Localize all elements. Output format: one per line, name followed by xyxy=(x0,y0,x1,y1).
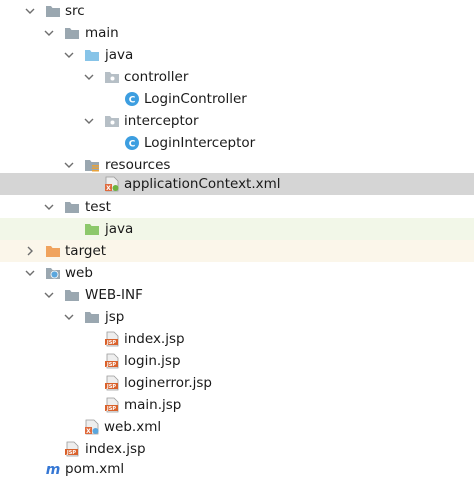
tree-item-index-jsp[interactable]: JSP index.jsp xyxy=(0,328,474,350)
tree-item-label: web.xml xyxy=(104,419,162,435)
folder-icon xyxy=(64,287,80,303)
tree-item-src[interactable]: src xyxy=(0,0,474,22)
resources-folder-icon xyxy=(84,157,100,173)
tree-item-label: login.jsp xyxy=(124,353,181,369)
svg-text:X: X xyxy=(86,428,91,435)
tree-item-label: main xyxy=(85,25,119,41)
jsp-file-icon: JSP xyxy=(104,331,120,347)
jsp-file-icon: JSP xyxy=(104,375,120,391)
tree-item-main[interactable]: main xyxy=(0,22,474,44)
tree-item-label: index.jsp xyxy=(124,331,185,347)
chevron-down-icon[interactable] xyxy=(44,284,58,306)
svg-text:C: C xyxy=(129,140,136,150)
chevron-right-icon[interactable] xyxy=(25,240,39,262)
tree-item-pom-xml[interactable]: m pom.xml xyxy=(0,458,474,480)
tree-item-label: interceptor xyxy=(124,113,199,129)
tree-item-label: web xyxy=(65,265,93,281)
tree-item-web-xml[interactable]: X web.xml xyxy=(0,416,474,438)
java-class-icon: C xyxy=(124,91,140,107)
tree-item-target[interactable]: target xyxy=(0,240,474,262)
svg-text:JSP: JSP xyxy=(106,384,116,390)
svg-text:JSP: JSP xyxy=(106,362,116,368)
svg-text:m: m xyxy=(46,462,61,477)
excluded-folder-icon xyxy=(45,243,61,259)
jsp-file-icon: JSP xyxy=(64,441,80,457)
tree-item-label: java xyxy=(105,47,134,63)
tree-item-label: src xyxy=(65,3,85,19)
project-tree: src main java controller C LoginControll… xyxy=(0,0,474,486)
folder-icon xyxy=(64,199,80,215)
tree-item-label: java xyxy=(105,221,134,237)
web-folder-icon xyxy=(45,265,61,281)
tree-item-application-context[interactable]: X applicationContext.xml xyxy=(0,173,474,195)
chevron-down-icon[interactable] xyxy=(64,306,78,328)
folder-icon xyxy=(64,25,80,41)
svg-text:JSP: JSP xyxy=(106,340,116,346)
tree-item-label: applicationContext.xml xyxy=(124,176,281,192)
spring-xml-icon: X xyxy=(104,176,120,192)
tree-item-label: pom.xml xyxy=(65,461,125,477)
tree-item-label: test xyxy=(85,199,111,215)
tree-item-label: main.jsp xyxy=(124,397,182,413)
tree-item-loginerror-jsp[interactable]: JSP loginerror.jsp xyxy=(0,372,474,394)
tree-item-jsp[interactable]: jsp xyxy=(0,306,474,328)
svg-text:JSP: JSP xyxy=(66,450,76,456)
tree-item-web[interactable]: web xyxy=(0,262,474,284)
svg-text:X: X xyxy=(106,185,111,192)
java-class-icon: C xyxy=(124,135,140,151)
source-folder-icon xyxy=(84,47,100,63)
chevron-down-icon[interactable] xyxy=(64,44,78,66)
svg-text:JSP: JSP xyxy=(106,406,116,412)
chevron-down-icon[interactable] xyxy=(44,196,58,218)
tree-item-controller[interactable]: controller xyxy=(0,66,474,88)
tree-item-main-jsp[interactable]: JSP main.jsp xyxy=(0,394,474,416)
tree-item-label: LoginInterceptor xyxy=(144,135,256,151)
tree-item-label: index.jsp xyxy=(85,441,146,457)
folder-icon xyxy=(84,309,100,325)
tree-item-truncated xyxy=(40,478,240,486)
tree-item-label: loginerror.jsp xyxy=(124,375,212,391)
chevron-down-icon[interactable] xyxy=(44,22,58,44)
jsp-file-icon: JSP xyxy=(104,353,120,369)
svg-text:C: C xyxy=(129,96,136,106)
chevron-down-icon[interactable] xyxy=(25,0,39,22)
spring-xml-icon: X xyxy=(84,419,100,435)
package-icon xyxy=(104,113,120,129)
tree-item-label: jsp xyxy=(105,309,125,325)
chevron-down-icon[interactable] xyxy=(84,66,98,88)
chevron-down-icon[interactable] xyxy=(84,110,98,132)
chevron-down-icon[interactable] xyxy=(25,262,39,284)
jsp-file-icon: JSP xyxy=(104,397,120,413)
tree-item-main-java[interactable]: java xyxy=(0,44,474,66)
tree-item-web-index-jsp[interactable]: JSP index.jsp xyxy=(0,438,474,460)
tree-item-test[interactable]: test xyxy=(0,196,474,218)
tree-item-login-jsp[interactable]: JSP login.jsp xyxy=(0,350,474,372)
test-folder-icon xyxy=(84,221,100,237)
tree-item-label: controller xyxy=(124,69,189,85)
tree-item-label: WEB-INF xyxy=(85,287,143,303)
folder-icon xyxy=(45,3,61,19)
maven-icon: m xyxy=(45,461,61,477)
tree-item-login-interceptor[interactable]: C LoginInterceptor xyxy=(0,132,474,154)
tree-item-web-inf[interactable]: WEB-INF xyxy=(0,284,474,306)
package-icon xyxy=(104,69,120,85)
tree-item-label: LoginController xyxy=(144,91,247,107)
tree-item-test-java[interactable]: java xyxy=(0,218,474,240)
tree-item-interceptor[interactable]: interceptor xyxy=(0,110,474,132)
tree-item-login-controller[interactable]: C LoginController xyxy=(0,88,474,110)
tree-item-label: target xyxy=(65,243,107,259)
